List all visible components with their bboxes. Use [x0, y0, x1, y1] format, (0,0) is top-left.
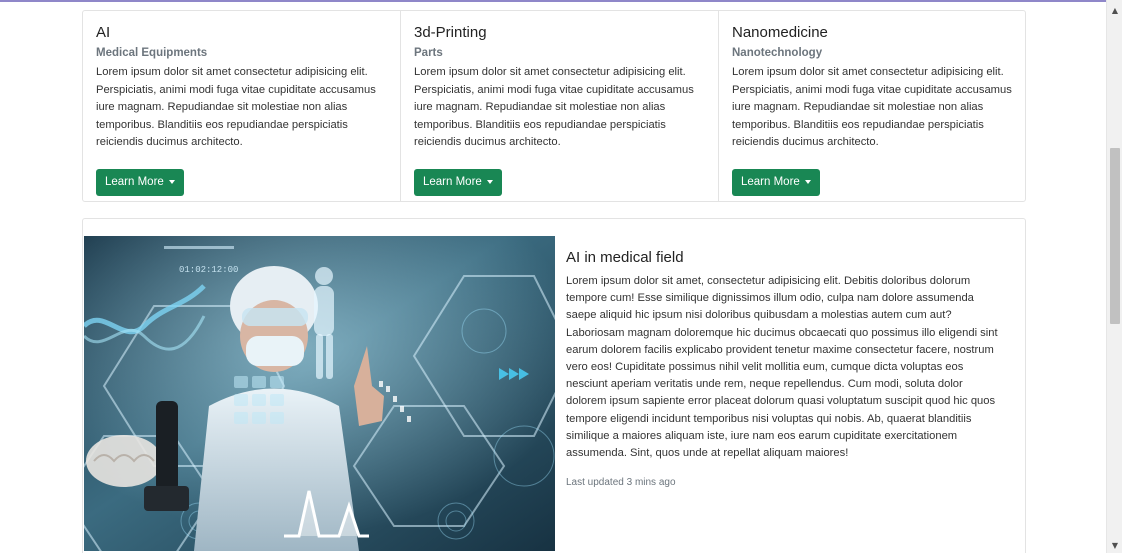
learn-more-dropdown-button[interactable]: Learn More — [414, 168, 502, 196]
scroll-up-arrow-icon[interactable]: ▲ — [1107, 2, 1122, 18]
caret-down-icon — [486, 180, 493, 184]
scroll-down-arrow-icon[interactable]: ▼ — [1107, 537, 1122, 553]
medical-ai-image: 01:02:12:00 — [84, 236, 555, 551]
card-subtitle: Parts — [414, 47, 443, 59]
learn-more-dropdown-button[interactable]: Learn More — [732, 168, 820, 196]
card-subtitle: Medical Equipments — [96, 47, 208, 59]
learn-more-label: Learn More — [741, 176, 800, 188]
card-subtitle: Nanotechnology — [732, 47, 823, 59]
card-text: Lorem ipsum dolor sit amet consectetur a… — [732, 66, 1012, 148]
learn-more-label: Learn More — [105, 176, 164, 188]
card-ai: AI Medical Equipments Lorem ipsum dolor … — [83, 11, 401, 201]
feature-card: 01:02:12:00 AI in medical field Lorem ip… — [82, 218, 1026, 553]
last-updated-text: Last updated 3 mins ago — [566, 477, 676, 489]
card-text: Lorem ipsum dolor sit amet consectetur a… — [414, 66, 694, 148]
card-title: 3d-Printing — [414, 24, 487, 41]
card-title: Nanomedicine — [732, 24, 828, 41]
card-3d-printing: 3d-Printing Parts Lorem ipsum dolor sit … — [401, 11, 719, 201]
card-group: AI Medical Equipments Lorem ipsum dolor … — [82, 10, 1026, 202]
vertical-scrollbar[interactable]: ▲ ▼ — [1106, 0, 1122, 553]
learn-more-dropdown-button[interactable]: Learn More — [96, 168, 184, 196]
card-text: Lorem ipsum dolor sit amet consectetur a… — [96, 66, 376, 148]
caret-down-icon — [168, 180, 175, 184]
card-title: AI — [96, 24, 111, 41]
learn-more-label: Learn More — [423, 176, 482, 188]
caret-down-icon — [804, 180, 811, 184]
card-nanomedicine: Nanomedicine Nanotechnology Lorem ipsum … — [719, 11, 1036, 201]
top-border — [0, 0, 1106, 2]
hud-time-label: 01:02:12:00 — [179, 265, 238, 275]
feature-text: Lorem ipsum dolor sit amet, consectetur … — [566, 275, 998, 460]
scroll-thumb[interactable] — [1110, 148, 1120, 324]
feature-title: AI in medical field — [566, 249, 684, 266]
feature-body: AI in medical field Lorem ipsum dolor si… — [566, 249, 1006, 488]
